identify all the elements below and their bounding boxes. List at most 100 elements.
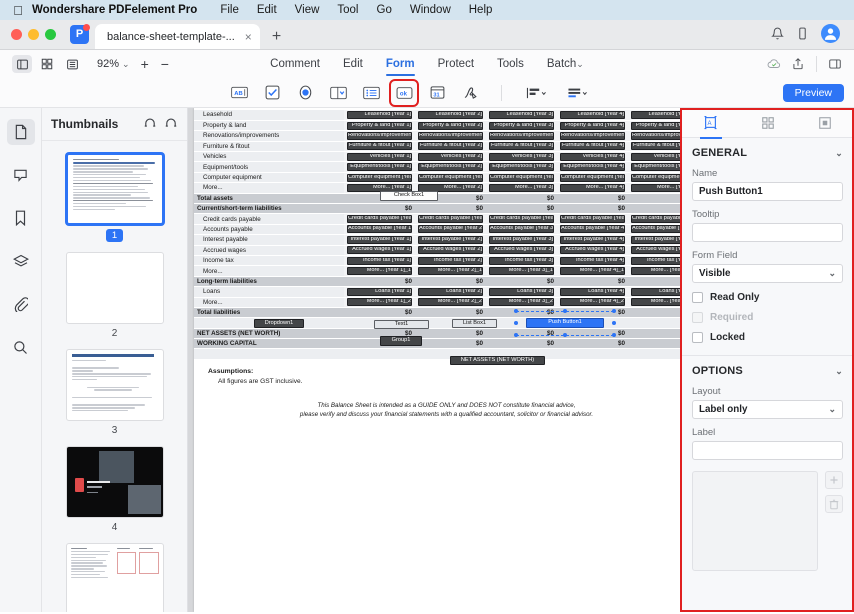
maximize-window-button[interactable]: [45, 29, 56, 40]
form-field-chip[interactable]: Property & land [Year 5]: [631, 121, 680, 130]
form-field-chip[interactable]: Accounts payable [Year 1]: [347, 225, 412, 234]
form-field-chip[interactable]: More... [Year 5]_2: [631, 298, 680, 307]
form-field-chip[interactable]: Accounts payable [Year 3]: [489, 225, 554, 234]
form-field-chip[interactable]: Property & land [Year 1]: [347, 121, 412, 130]
form-field-chip[interactable]: Equipment/tools [Year 3]: [489, 163, 554, 172]
form-field-chip[interactable]: Income tax [Year 2]: [418, 256, 483, 265]
label-field-input[interactable]: [692, 441, 843, 460]
form-field-chip[interactable]: Accounts payable [Year 5]: [631, 225, 680, 234]
form-field-chip[interactable]: Leasehold [Year 5]: [631, 110, 680, 119]
form-field-chip[interactable]: Group1: [380, 336, 422, 346]
thumbnail-item[interactable]: 5: [42, 543, 187, 612]
signature-field-tool[interactable]: [459, 83, 481, 103]
form-field-chip[interactable]: Property & land [Year 4]: [560, 121, 625, 130]
form-field-chip[interactable]: Renovations/improvemen [Year 3]: [489, 131, 554, 140]
selection-handle[interactable]: [612, 321, 616, 325]
form-field-chip[interactable]: Furniture & fitout [Year 2]: [418, 142, 483, 151]
form-field-chip[interactable]: Income tax [Year 4]: [560, 256, 625, 265]
push-button-tool[interactable]: ok: [389, 78, 419, 107]
grid-view-icon[interactable]: [37, 55, 57, 73]
tab-form[interactable]: Form: [385, 58, 415, 76]
align-tool[interactable]: [522, 83, 552, 103]
form-field-chip[interactable]: Furniture & fitout [Year 4]: [560, 142, 625, 151]
zoom-out-button[interactable]: −: [161, 56, 169, 72]
share-icon[interactable]: [791, 57, 805, 71]
form-field-chip[interactable]: Renovations/improvemen [Year 4]: [560, 131, 625, 140]
form-field-chip[interactable]: Furniture & fitout [Year 3]: [489, 142, 554, 151]
form-field-chip[interactable]: Accounts payable [Year 2]: [418, 225, 483, 234]
phone-icon[interactable]: [796, 27, 809, 40]
selection-handle[interactable]: [514, 321, 518, 325]
form-field-chip[interactable]: Accrued wages [Year 4]: [560, 246, 625, 255]
selection-handle[interactable]: [612, 309, 616, 313]
form-field-chip[interactable]: Interest payable [Year 1]: [347, 235, 412, 244]
form-field-chip[interactable]: Equipment/tools [Year 5]: [631, 163, 680, 172]
form-field-chip[interactable]: Loans [Year 3]: [489, 287, 554, 296]
read-only-checkbox[interactable]: [692, 292, 703, 303]
form-field-chip[interactable]: Furniture & fitout [Year 1]: [347, 142, 412, 151]
menu-edit[interactable]: Edit: [248, 4, 286, 16]
radio-button-tool[interactable]: [294, 83, 316, 103]
toggle-right-panel-icon[interactable]: [828, 57, 842, 71]
thumbnail-item[interactable]: 1: [42, 153, 187, 242]
position-tab[interactable]: [815, 113, 835, 133]
selection-handle[interactable]: [563, 333, 567, 337]
form-field-chip[interactable]: Credit cards payable [Year 2]: [418, 215, 483, 224]
form-field-chip[interactable]: Loans [Year 1]: [347, 287, 412, 296]
menu-tool[interactable]: Tool: [328, 4, 367, 16]
form-field-chip[interactable]: More... [Year 1]_1: [347, 267, 412, 276]
form-field-chip[interactable]: More... [Year 4]_1: [560, 267, 625, 276]
general-section-header[interactable]: GENERAL ⌄: [692, 147, 843, 159]
selection-handle[interactable]: [563, 309, 567, 313]
thumbnail-page-1[interactable]: [65, 153, 164, 225]
sidebar-item-attachments[interactable]: [7, 291, 35, 317]
rotate-right-icon[interactable]: [164, 117, 178, 131]
chevron-down-icon[interactable]: ⌄: [835, 366, 843, 377]
form-field-chip[interactable]: More... [Year 3]: [489, 183, 554, 192]
continuous-view-icon[interactable]: [62, 55, 82, 73]
form-field-chip[interactable]: Vehicles [Year 4]: [560, 152, 625, 161]
tab-batch[interactable]: Batch⌄: [547, 58, 584, 71]
combo-box-tool[interactable]: [327, 83, 349, 103]
form-field-chip[interactable]: Vehicles [Year 5]: [631, 152, 680, 161]
form-field-chip[interactable]: Income tax [Year 5]: [631, 256, 680, 265]
form-field-chip[interactable]: Equipment/tools [Year 4]: [560, 163, 625, 172]
form-field-chip[interactable]: Equipment/tools [Year 1]: [347, 163, 412, 172]
form-field-chip[interactable]: Furniture & fitout [Year 5]: [631, 142, 680, 151]
form-field-select[interactable]: Visible ⌄: [692, 264, 843, 283]
document-tab[interactable]: balance-sheet-template-... ×: [95, 24, 260, 49]
chevron-down-icon[interactable]: ⌄: [122, 59, 130, 70]
layout-select[interactable]: Label only ⌄: [692, 400, 843, 419]
locked-checkbox-row[interactable]: Locked: [692, 332, 843, 343]
form-field-chip[interactable]: Leasehold [Year 1]: [347, 110, 412, 119]
thumbnail-item[interactable]: 3: [42, 349, 187, 436]
form-field-chip[interactable]: Vehicles [Year 2]: [418, 152, 483, 161]
options-section-header[interactable]: OPTIONS ⌄: [692, 365, 843, 377]
sidebar-item-comments[interactable]: [7, 162, 35, 188]
form-field-chip[interactable]: Loans [Year 4]: [560, 287, 625, 296]
selection-handle[interactable]: [514, 309, 518, 313]
form-field-chip[interactable]: Loans [Year 5]: [631, 287, 680, 296]
form-field-chip[interactable]: Check Box1: [380, 191, 438, 201]
tooltip-input[interactable]: [692, 223, 843, 242]
form-field-chip[interactable]: Interest payable [Year 4]: [560, 235, 625, 244]
form-field-chip[interactable]: Income tax [Year 1]: [347, 256, 412, 265]
form-field-chip[interactable]: Text1: [374, 320, 429, 329]
options-list-box[interactable]: [692, 471, 818, 571]
form-field-chip[interactable]: Accounts payable [Year 4]: [560, 225, 625, 234]
preview-button[interactable]: Preview: [782, 83, 844, 102]
sidebar-item-bookmarks[interactable]: [7, 205, 35, 231]
tab-edit[interactable]: Edit: [343, 58, 363, 71]
tab-protect[interactable]: Protect: [438, 58, 474, 71]
form-field-chip[interactable]: Leasehold [Year 3]: [489, 110, 554, 119]
thumbnail-item[interactable]: 2: [42, 252, 187, 339]
thumbnail-page-4[interactable]: [65, 446, 164, 518]
name-input[interactable]: Push Button1: [692, 182, 843, 201]
chevron-down-icon[interactable]: ⌄: [835, 148, 843, 159]
distribute-tool[interactable]: [563, 83, 593, 103]
tab-tools[interactable]: Tools: [497, 58, 524, 71]
cloud-sync-icon[interactable]: [767, 57, 781, 71]
document-viewport[interactable]: Leasehold Leasehold [Year 1] Leasehold [Ye…: [188, 108, 680, 612]
zoom-level-label[interactable]: 92%: [97, 58, 119, 70]
locked-checkbox[interactable]: [692, 332, 703, 343]
